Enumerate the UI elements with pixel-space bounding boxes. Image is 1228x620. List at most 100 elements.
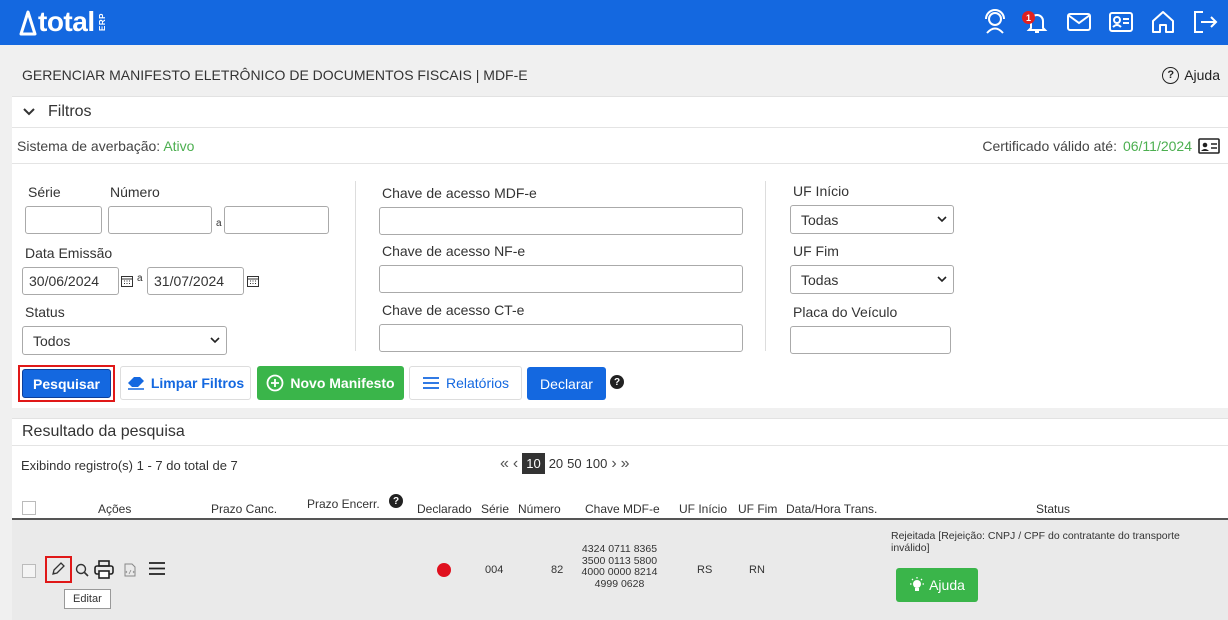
uf-fim-select[interactable]: Todas bbox=[790, 265, 954, 294]
col-prazo-canc: Prazo Canc. bbox=[211, 502, 278, 516]
edit-tooltip: Editar bbox=[64, 589, 111, 609]
placa-label: Placa do Veículo bbox=[793, 304, 898, 320]
limpar-label: Limpar Filtros bbox=[150, 375, 245, 391]
prev-page-icon[interactable]: ‹ bbox=[513, 455, 518, 473]
col-serie: Série bbox=[481, 502, 510, 516]
top-navbar: total ERP 1 bbox=[0, 0, 1228, 45]
row-serie: 004 bbox=[485, 564, 504, 576]
eraser-icon bbox=[127, 377, 144, 390]
app-logo[interactable]: total ERP bbox=[18, 6, 107, 38]
chevron-down-icon bbox=[937, 216, 947, 223]
chave-line: 4324 0711 8365 bbox=[581, 543, 658, 555]
results-summary: Exibindo registro(s) 1 - 7 do total de 7 bbox=[21, 458, 238, 473]
numero-inicio-input[interactable] bbox=[108, 206, 212, 234]
help-link[interactable]: ? Ajuda bbox=[1162, 66, 1220, 84]
numero-fim-input[interactable] bbox=[224, 206, 329, 234]
first-page-icon[interactable]: « bbox=[500, 455, 509, 473]
status-select[interactable]: Todos bbox=[22, 326, 227, 355]
status-row: Sistema de averbação: Ativo Certificado … bbox=[12, 128, 1228, 164]
row-help-label: Ajuda bbox=[929, 577, 965, 593]
range-separator: a bbox=[216, 218, 222, 229]
calendar-icon[interactable] bbox=[121, 275, 133, 287]
calendar-icon[interactable] bbox=[247, 275, 259, 287]
filters-toggle[interactable]: Filtros bbox=[12, 97, 1228, 128]
col-uf-inicio: UF Início bbox=[679, 502, 728, 516]
id-card-icon[interactable] bbox=[1106, 6, 1136, 38]
notification-badge: 1 bbox=[1022, 11, 1035, 24]
page-title: GERENCIAR MANIFESTO ELETRÔNICO DE DOCUME… bbox=[22, 67, 528, 83]
averbacao-value: Ativo bbox=[163, 137, 195, 154]
placa-input[interactable] bbox=[790, 326, 951, 354]
data-emissao-label: Data Emissão bbox=[25, 245, 113, 261]
chevron-down-icon bbox=[937, 276, 947, 283]
data-inicio-input[interactable]: 30/06/2024 bbox=[22, 267, 119, 295]
uf-fim-value: Todas bbox=[801, 271, 839, 288]
certificate-status: Certificado válido até: 06/11/2024 bbox=[982, 138, 1220, 154]
next-page-icon[interactable]: › bbox=[611, 455, 616, 473]
column-divider bbox=[355, 181, 356, 351]
xml-file-icon[interactable] bbox=[124, 563, 136, 577]
col-declarado: Declarado bbox=[417, 502, 472, 516]
relatorios-button[interactable]: Relatórios bbox=[409, 366, 522, 400]
results-title: Resultado da pesquisa bbox=[12, 419, 1228, 446]
print-icon[interactable] bbox=[94, 560, 114, 579]
relatorios-label: Relatórios bbox=[445, 375, 510, 391]
page-size-20[interactable]: 20 bbox=[549, 456, 563, 471]
support-icon[interactable] bbox=[980, 6, 1010, 38]
help-label: Ajuda bbox=[1184, 67, 1220, 83]
row-chave: 4324 0711 8365 3500 0113 5800 4000 0000 … bbox=[572, 543, 667, 590]
chave-cte-input[interactable] bbox=[379, 324, 743, 352]
page-size-10[interactable]: 10 bbox=[522, 453, 545, 474]
col-data-hora: Data/Hora Trans. bbox=[786, 502, 878, 516]
page-size-50[interactable]: 50 bbox=[567, 456, 581, 471]
row-uf-fim: RN bbox=[749, 564, 765, 576]
logo-text: total bbox=[38, 6, 95, 37]
row-status-text: Rejeitada [Rejeição: CNPJ / CPF do contr… bbox=[891, 530, 1180, 554]
data-fim-input[interactable]: 31/07/2024 bbox=[147, 267, 244, 295]
select-all-checkbox[interactable] bbox=[22, 501, 36, 515]
declarado-status-dot bbox=[437, 563, 451, 577]
menu-icon[interactable] bbox=[148, 561, 166, 576]
chave-line: 4999 0628 bbox=[594, 577, 645, 590]
home-icon[interactable] bbox=[1148, 6, 1178, 38]
chave-nfe-label: Chave de acesso NF-e bbox=[382, 243, 526, 259]
col-numero: Número bbox=[518, 502, 561, 516]
chave-nfe-input[interactable] bbox=[379, 265, 743, 293]
chave-mdfe-label: Chave de acesso MDF-e bbox=[382, 185, 537, 201]
averbacao-status: Sistema de averbação: Ativo bbox=[17, 138, 194, 154]
logo-sub: ERP bbox=[97, 13, 107, 31]
col-status: Status bbox=[1036, 502, 1071, 516]
notifications-icon[interactable]: 1 bbox=[1022, 6, 1052, 38]
numero-label: Número bbox=[110, 184, 160, 200]
pesquisar-button[interactable]: Pesquisar bbox=[22, 369, 111, 398]
pencil-icon[interactable] bbox=[50, 561, 66, 577]
row-checkbox[interactable] bbox=[22, 564, 36, 578]
user-outline-icon bbox=[19, 10, 37, 36]
question-icon: ? bbox=[1162, 66, 1180, 84]
last-page-icon[interactable]: » bbox=[621, 455, 630, 473]
id-card-icon[interactable] bbox=[1198, 137, 1220, 154]
page-title-bar: GERENCIAR MANIFESTO ELETRÔNICO DE DOCUME… bbox=[12, 56, 1228, 94]
mail-icon[interactable] bbox=[1064, 6, 1094, 38]
declarar-button[interactable]: Declarar bbox=[527, 367, 606, 400]
col-acoes: Ações bbox=[98, 502, 132, 516]
uf-fim-label: UF Fim bbox=[793, 243, 839, 259]
question-icon[interactable]: ? bbox=[389, 494, 403, 508]
chevron-down-icon bbox=[210, 337, 220, 344]
limpar-filtros-button[interactable]: Limpar Filtros bbox=[120, 366, 251, 400]
table-row[interactable]: 004 82 4324 0711 8365 3500 0113 5800 400… bbox=[12, 520, 1228, 620]
row-help-button[interactable]: Ajuda bbox=[896, 568, 978, 602]
uf-inicio-select[interactable]: Todas bbox=[790, 205, 954, 234]
page-size-100[interactable]: 100 bbox=[586, 456, 608, 471]
col-chave: Chave MDF-e bbox=[585, 502, 660, 516]
serie-input[interactable] bbox=[25, 206, 102, 234]
novo-manifesto-button[interactable]: Novo Manifesto bbox=[257, 366, 404, 400]
logout-icon[interactable] bbox=[1190, 6, 1220, 38]
search-icon[interactable] bbox=[75, 563, 89, 577]
chave-mdfe-input[interactable] bbox=[379, 207, 743, 235]
filters-title: Filtros bbox=[48, 103, 92, 120]
question-icon[interactable]: ? bbox=[610, 375, 624, 389]
row-uf-inicio: RS bbox=[697, 564, 713, 576]
pagination: « ‹ 10 20 50 100 › » bbox=[500, 453, 630, 474]
uf-inicio-label: UF Início bbox=[793, 183, 850, 199]
